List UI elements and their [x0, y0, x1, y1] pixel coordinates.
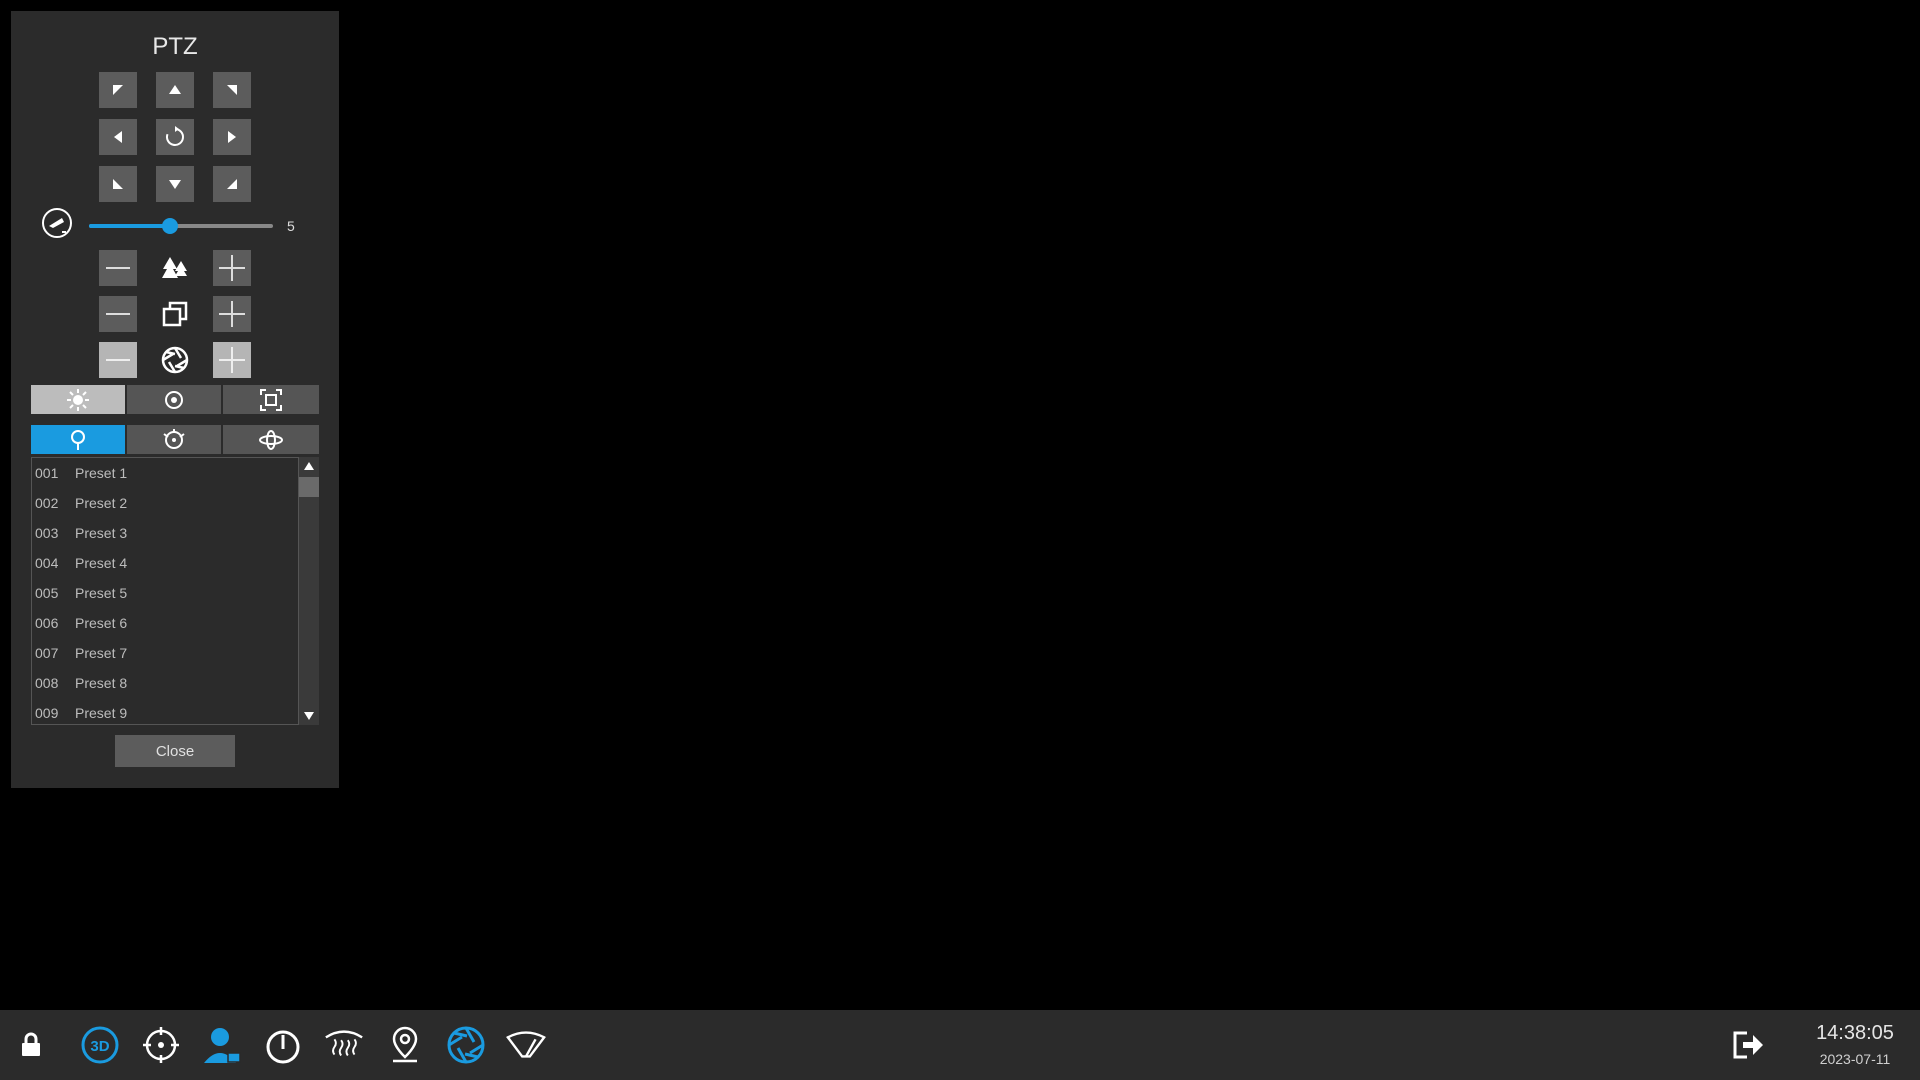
list-item[interactable]: 009 Preset 9: [32, 698, 298, 724]
tab-one-touch-focus[interactable]: [127, 385, 221, 414]
panel-title: PTZ: [152, 33, 198, 60]
focus-near-button[interactable]: [99, 296, 137, 332]
preset-scrollbar[interactable]: [299, 457, 319, 725]
scroll-down-arrow-icon[interactable]: [299, 707, 319, 725]
list-item[interactable]: 007 Preset 7: [32, 638, 298, 668]
focus-icon: [156, 296, 194, 332]
lock-icon[interactable]: [10, 1024, 52, 1066]
zoom-icon: [156, 250, 194, 286]
pan-up-left-button[interactable]: [99, 72, 137, 108]
pan-right-button[interactable]: [213, 119, 251, 155]
tab-pattern[interactable]: [223, 425, 319, 454]
scroll-up-arrow-icon[interactable]: [299, 457, 319, 475]
speed-icon: [38, 205, 76, 241]
ptz-panel: PTZ 5 001 Preset 1 002 Preset 2 003 Pres…: [11, 11, 339, 788]
iris-open-button[interactable]: [213, 342, 251, 378]
target-circle-icon: [165, 390, 183, 409]
3d-icon[interactable]: 3D: [79, 1024, 121, 1066]
iris-close-button[interactable]: [99, 342, 137, 378]
speed-value: 5: [287, 218, 295, 234]
aperture-icon[interactable]: [445, 1024, 487, 1066]
wiper-icon[interactable]: [505, 1024, 547, 1066]
list-item[interactable]: 003 Preset 3: [32, 518, 298, 548]
iris-icon: [156, 342, 194, 378]
refresh-icon: [166, 126, 184, 146]
person-icon[interactable]: [201, 1024, 243, 1066]
scrollbar-thumb[interactable]: [299, 477, 319, 497]
list-item[interactable]: 005 Preset 5: [32, 578, 298, 608]
pattern-icon: [259, 429, 283, 450]
tab-presets[interactable]: [31, 425, 125, 454]
focus-far-button[interactable]: [213, 296, 251, 332]
close-button[interactable]: Close: [115, 735, 235, 767]
clock-time: 14:38:05: [1816, 1022, 1894, 1044]
sun-icon: [67, 388, 89, 411]
list-item[interactable]: 004 Preset 4: [32, 548, 298, 578]
tab-patrol[interactable]: [127, 425, 221, 454]
speed-slider-fill: [89, 224, 170, 228]
zoom-out-button[interactable]: [99, 250, 137, 286]
clock-date: 2023-07-11: [1819, 1051, 1891, 1067]
list-item[interactable]: 001 Preset 1: [32, 458, 298, 488]
speed-slider-handle[interactable]: [161, 218, 178, 234]
zoom-in-button[interactable]: [213, 250, 251, 286]
list-item[interactable]: 006 Preset 6: [32, 608, 298, 638]
list-item[interactable]: 008 Preset 8: [32, 668, 298, 698]
svg-text:3D: 3D: [90, 1038, 109, 1055]
tilt-up-button[interactable]: [156, 72, 194, 108]
pan-up-right-button[interactable]: [213, 72, 251, 108]
preset-list: 001 Preset 1 002 Preset 2 003 Preset 3 004 P…: [31, 457, 299, 725]
tilt-down-button[interactable]: [156, 166, 194, 202]
pan-down-right-button[interactable]: [213, 166, 251, 202]
patrol-icon: [163, 428, 185, 449]
pan-down-left-button[interactable]: [99, 166, 137, 202]
frame-icon: [260, 388, 282, 411]
logout-icon[interactable]: [1727, 1024, 1769, 1066]
tab-3d-positioning[interactable]: [223, 385, 319, 414]
speed-slider[interactable]: [89, 218, 273, 234]
pin-icon: [71, 429, 85, 450]
location-pin-icon[interactable]: [384, 1024, 426, 1066]
defog-icon[interactable]: [323, 1024, 365, 1066]
tab-light[interactable]: [31, 385, 125, 414]
power-icon[interactable]: [262, 1024, 304, 1066]
list-item[interactable]: 002 Preset 2: [32, 488, 298, 518]
taskbar: 3D: [0, 1010, 1920, 1080]
auto-scan-button[interactable]: [156, 119, 194, 155]
pan-left-button[interactable]: [99, 119, 137, 155]
crosshair-icon[interactable]: [140, 1024, 182, 1066]
